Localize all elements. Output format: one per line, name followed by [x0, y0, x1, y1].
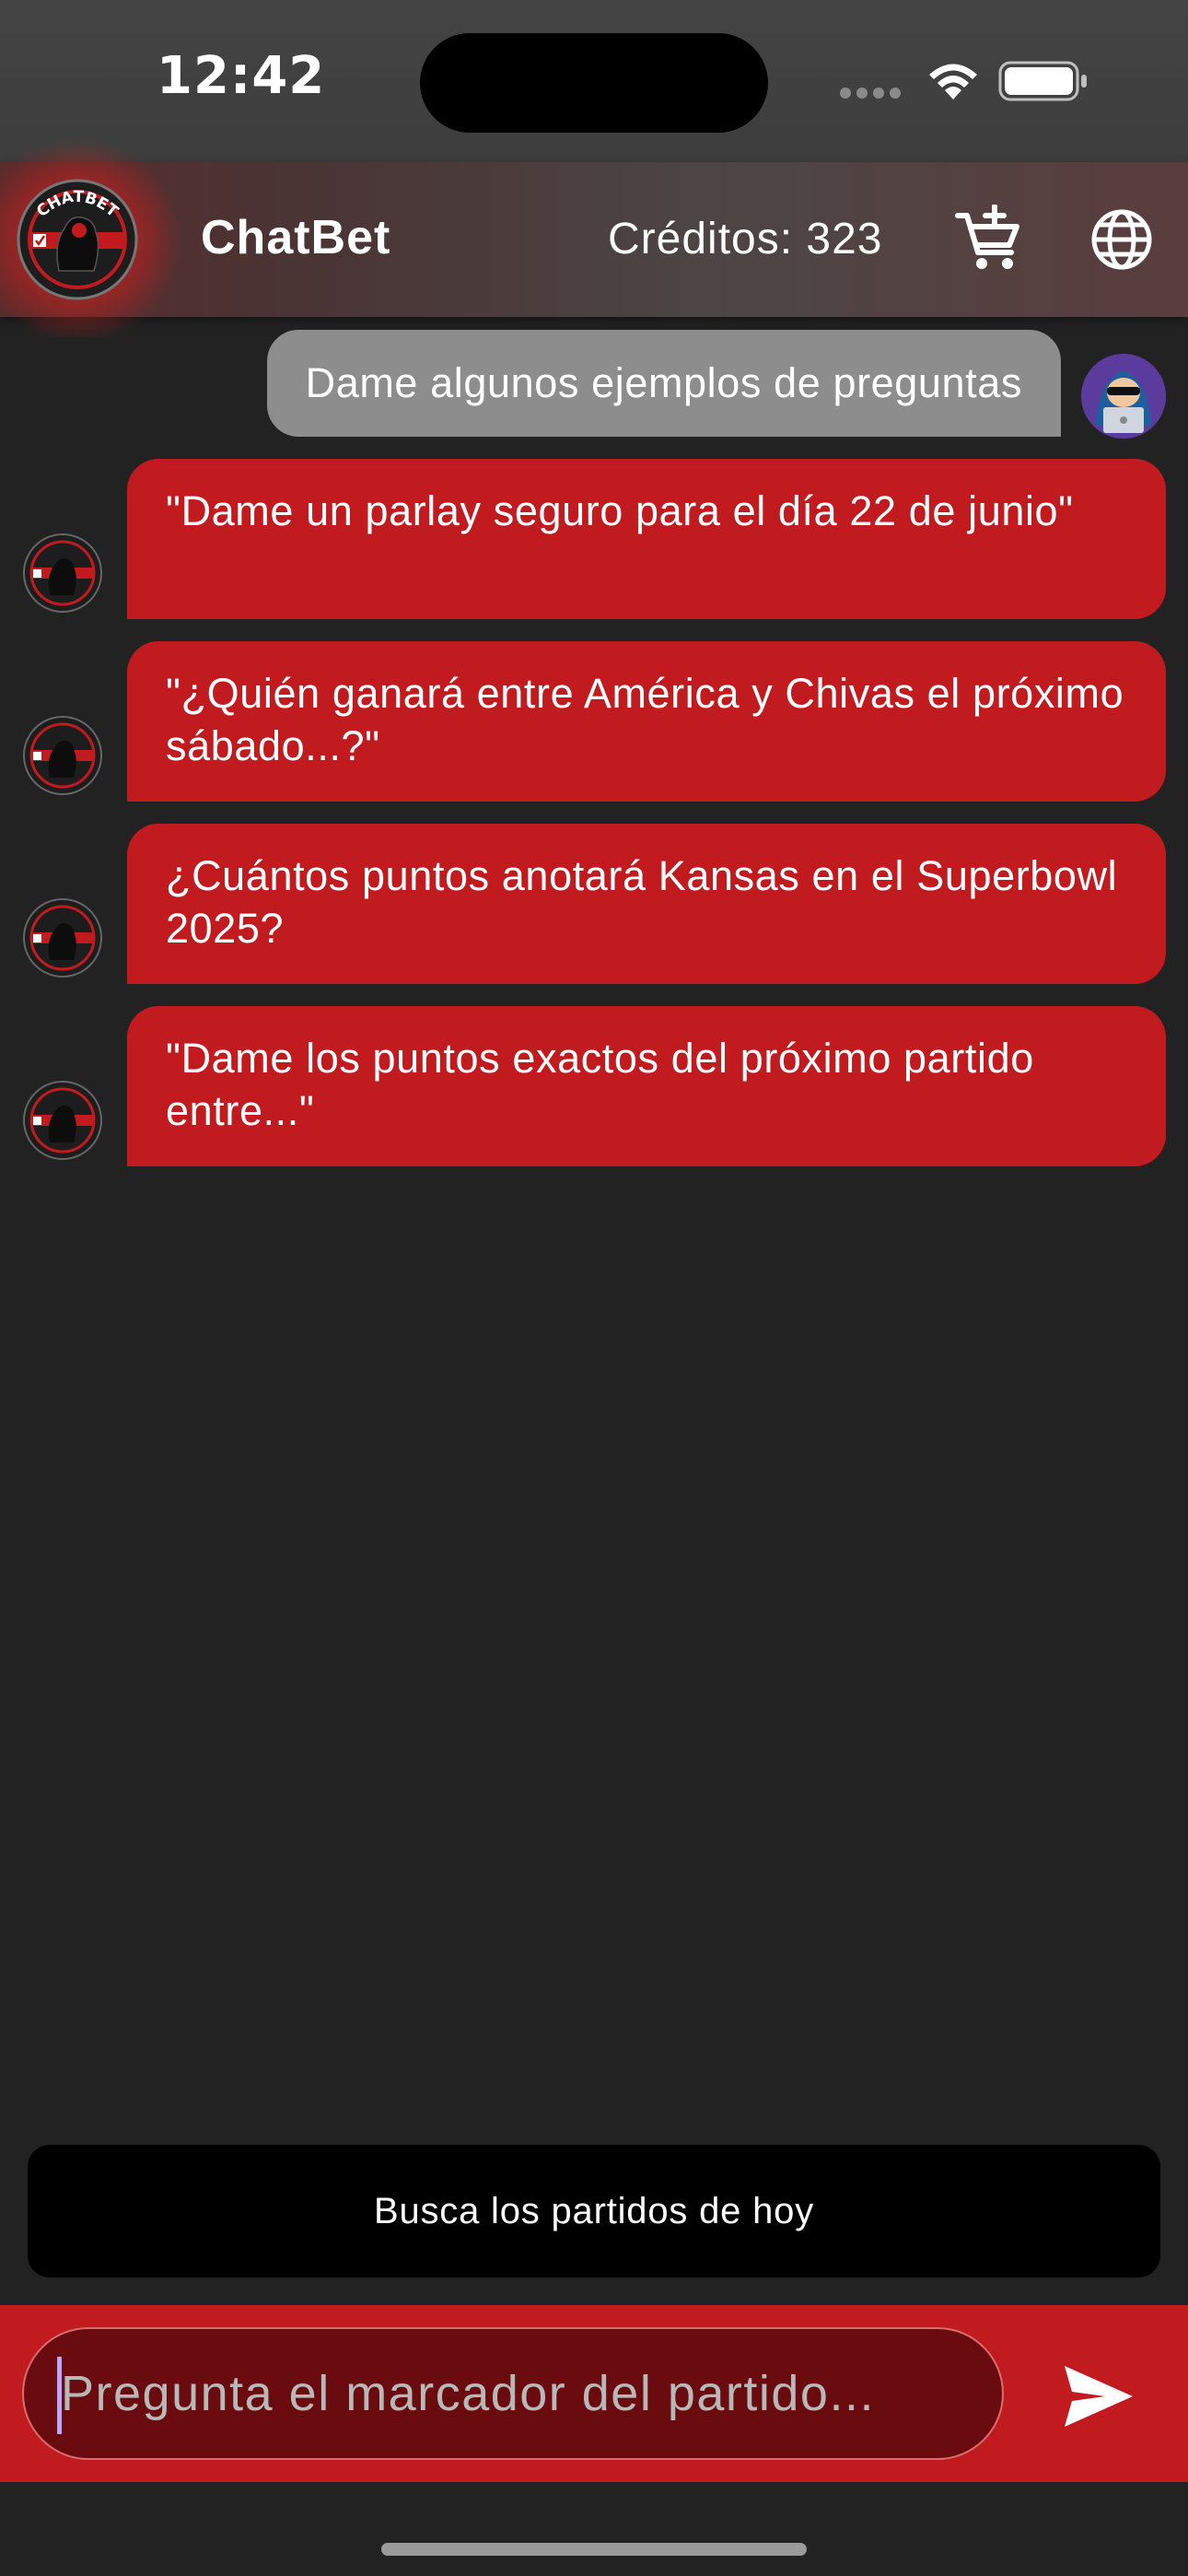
wifi-icon [929, 64, 977, 100]
bot-message-bubble: "Dame los puntos exactos del próximo par… [127, 1006, 1166, 1166]
message-row-bot: "Dame los puntos exactos del próximo par… [0, 1006, 1188, 1166]
bot-message-bubble: ¿Cuántos puntos anotará Kansas en el Sup… [127, 824, 1166, 984]
send-icon[interactable] [1059, 2357, 1138, 2436]
user-message-bubble: Dame algunos ejemplos de preguntas [266, 330, 1061, 437]
status-bar: 12:42 [0, 0, 1188, 162]
status-time: 12:42 [157, 46, 326, 106]
chatbet-logo-icon [23, 898, 102, 978]
chatbet-logo-icon [23, 716, 102, 795]
message-row-bot: "¿Quién ganará entre América y Chivas el… [0, 641, 1188, 802]
chatbet-logo-icon [23, 533, 102, 613]
add-to-cart-icon[interactable] [954, 205, 1024, 275]
hacker-avatar-icon [1081, 354, 1166, 439]
question-input[interactable]: Pregunta el marcador del partido... [22, 2327, 1004, 2460]
credits-label: Créditos: 323 [608, 215, 883, 263]
globe-icon[interactable] [1087, 205, 1157, 275]
signal-dots-icon [840, 87, 906, 103]
input-placeholder: Pregunta el marcador del partido... [61, 2366, 875, 2421]
search-todays-matches-button[interactable]: Busca los partidos de hoy [28, 2145, 1160, 2277]
dynamic-island [420, 33, 768, 133]
status-icons [840, 53, 1089, 109]
app-title: ChatBet [201, 211, 391, 264]
app-header: CHATBET ChatBet Créditos: 323 [0, 144, 1188, 337]
chatbet-logo-icon [23, 1081, 102, 1160]
message-row-bot: ¿Cuántos puntos anotará Kansas en el Sup… [0, 824, 1188, 984]
home-indicator[interactable] [381, 2543, 807, 2556]
bot-message-bubble: "¿Quién ganará entre América y Chivas el… [127, 641, 1166, 802]
battery-icon [998, 61, 1087, 101]
bot-message-bubble: "Dame un parlay seguro para el día 22 de… [127, 459, 1166, 619]
composer-bar: Pregunta el marcador del partido... [0, 2305, 1188, 2482]
message-row-bot: "Dame un parlay seguro para el día 22 de… [0, 459, 1188, 619]
bottom-safe-area [0, 2482, 1188, 2576]
chatbet-logo-icon[interactable]: CHATBET [17, 179, 138, 300]
